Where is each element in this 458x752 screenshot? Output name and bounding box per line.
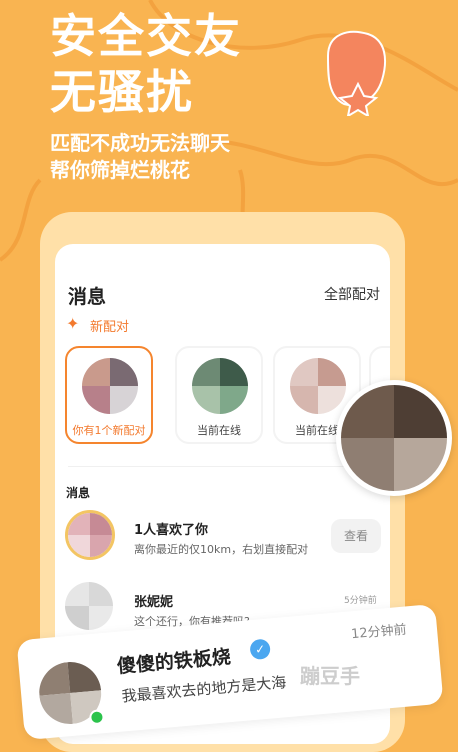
match-card-new[interactable]: 你有1个新配对	[65, 346, 153, 444]
subtitle-line-1: 匹配不成功无法聊天	[50, 131, 230, 155]
verified-badge-icon: ✓	[249, 638, 271, 661]
hero-headline: 安全交友 无骚扰	[50, 8, 242, 120]
divider	[68, 466, 377, 467]
hero-subtitle: 匹配不成功无法聊天 帮你筛掉烂桃花	[50, 130, 230, 184]
contact-avatar[interactable]	[65, 582, 113, 630]
pixelated-avatar-image	[290, 358, 346, 414]
shield-star-icon	[326, 30, 386, 116]
row-name: 张妮妮	[134, 595, 174, 610]
row-name: 1人喜欢了你	[134, 523, 209, 538]
subtitle-line-2: 帮你筛掉烂桃花	[50, 158, 190, 182]
pixelated-avatar-image	[82, 358, 138, 414]
card-caption: 当前在线	[197, 424, 241, 437]
like-avatar[interactable]	[65, 510, 115, 560]
card-caption: 你有1个新配对	[72, 424, 146, 437]
message-text: 我最喜欢去的地方是大海	[120, 673, 287, 706]
pixelated-avatar-image	[192, 358, 248, 414]
view-button[interactable]: 查看	[331, 519, 381, 553]
pixelated-avatar-image	[65, 582, 113, 630]
messages-section-label: 消息	[66, 486, 91, 500]
row-time: 5分钟前	[344, 596, 377, 606]
online-status-dot	[88, 709, 106, 726]
sender-name: 傻傻的铁板烧	[116, 645, 232, 678]
new-match-label: 新配对	[90, 320, 130, 335]
message-time: 12分钟前	[350, 622, 408, 643]
all-match-link[interactable]: 全部配对	[324, 284, 380, 304]
watermark-logo: 蹦豆手	[300, 664, 360, 688]
floating-avatar[interactable]	[336, 380, 452, 496]
hero-line-2: 无骚扰	[50, 65, 194, 119]
avatar	[82, 358, 138, 414]
sparkle-icon: ✦	[66, 314, 80, 333]
hero-line-1: 安全交友	[50, 9, 242, 63]
screen-title: 消息	[68, 286, 107, 308]
pixelated-avatar-image	[68, 513, 112, 557]
row-preview: 离你最近的仅10km，右划直接配对	[134, 543, 309, 556]
avatar	[192, 358, 248, 414]
match-card-online[interactable]: 当前在线	[175, 346, 263, 444]
avatar	[290, 358, 346, 414]
pixelated-avatar-image	[341, 385, 447, 491]
